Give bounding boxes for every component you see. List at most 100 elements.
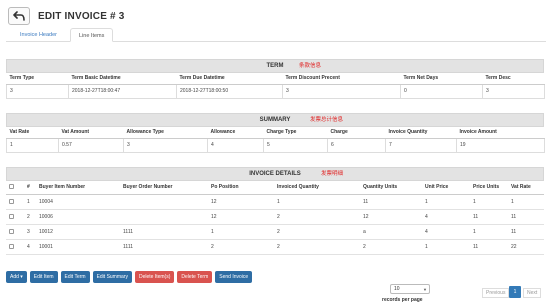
- details-col-buyer-order: Buyer Order Number: [120, 181, 208, 195]
- table-cell: 1: [470, 224, 508, 240]
- table-cell: 10006: [36, 209, 120, 225]
- table-cell: 1: [208, 224, 274, 240]
- term-col-due-datetime: Term Due Datetime: [176, 73, 283, 85]
- summary-col-vat-amount: Vat Amount: [58, 127, 124, 139]
- table-cell: [120, 194, 208, 210]
- send-invoice-button[interactable]: Send Invoice: [215, 271, 253, 283]
- details-col-index: #: [24, 181, 36, 195]
- term-col-net-days: Term Net Days: [400, 73, 483, 85]
- table-cell: 22: [508, 239, 544, 255]
- table-row[interactable]: 3 10012 1111 1 2 a 4 1 11: [6, 224, 544, 240]
- edit-term-button[interactable]: Edit Term: [60, 271, 90, 283]
- table-cell: 2: [24, 209, 36, 225]
- current-page-button[interactable]: 1: [509, 286, 521, 298]
- term-table: Term Type Term Basic Datetime Term Due D…: [6, 73, 545, 99]
- summary-section-header: SUMMARY 发票总计信息: [6, 113, 544, 127]
- table-row[interactable]: 1 10004 12 1 11 1 1 1: [6, 194, 544, 210]
- row-checkbox[interactable]: [9, 228, 14, 234]
- details-col-vat-rate: Vat Rate: [508, 181, 544, 195]
- table-cell: 11: [508, 209, 544, 225]
- table-cell: 7: [385, 137, 457, 153]
- term-section-header: TERM 条款信息: [6, 59, 544, 73]
- table-cell: 2: [274, 209, 360, 225]
- table-row[interactable]: 2 10006 12 2 12 4 11 11: [6, 209, 544, 225]
- details-section-header: INVOICE DETAILS 发票明细: [6, 167, 544, 181]
- summary-col-charge-type: Charge Type: [263, 127, 328, 139]
- table-cell: 11: [470, 239, 508, 255]
- page-size-select[interactable]: 10 ▼: [390, 284, 430, 294]
- summary-col-vat-rate: Vat Rate: [6, 127, 59, 139]
- row-select-cell: [6, 209, 24, 225]
- table-cell: 6: [327, 137, 386, 153]
- select-all-cell: [6, 181, 24, 195]
- back-button[interactable]: [8, 7, 30, 25]
- tab-bar: Invoice Header Line Items: [6, 28, 546, 42]
- action-bar: Add ▾ Edit Item Edit Term Edit Summary D…: [6, 271, 253, 283]
- delete-term-button[interactable]: Delete Term: [177, 271, 213, 283]
- edit-item-button[interactable]: Edit Item: [29, 271, 58, 283]
- term-row[interactable]: 3 2018-12-27T18:00:47 2018-12-27T18:00:5…: [6, 83, 545, 99]
- term-col-basic-datetime: Term Basic Datetime: [68, 73, 177, 85]
- table-cell: 4: [207, 137, 264, 153]
- tab-invoice-header[interactable]: Invoice Header: [12, 28, 65, 42]
- table-cell: a: [360, 224, 422, 240]
- table-cell: 1111: [120, 239, 208, 255]
- edit-summary-button[interactable]: Edit Summary: [92, 271, 132, 283]
- row-select-cell: [6, 239, 24, 255]
- table-cell: 3: [24, 224, 36, 240]
- table-cell: 11: [360, 194, 422, 210]
- summary-table: Vat Rate Vat Amount Allowance Type Allow…: [6, 127, 545, 153]
- summary-row[interactable]: 1 0.57 3 4 5 6 7 19: [6, 137, 545, 153]
- summary-title: SUMMARY: [259, 117, 291, 123]
- summary-col-allowance-type: Allowance Type: [123, 127, 208, 139]
- term-note: 条款信息: [299, 63, 322, 69]
- table-row[interactable]: 4 10001 1111 2 2 2 1 11 22: [6, 239, 544, 255]
- summary-col-allowance: Allowance: [207, 127, 264, 139]
- table-cell: 10001: [36, 239, 120, 255]
- table-cell: 2: [274, 224, 360, 240]
- details-note: 发票明细: [321, 171, 344, 177]
- table-cell: 2: [360, 239, 422, 255]
- table-cell: [120, 209, 208, 225]
- table-cell: 11: [470, 209, 508, 225]
- tab-line-items[interactable]: Line Items: [70, 28, 114, 42]
- row-select-cell: [6, 224, 24, 240]
- chevron-down-icon: ▼: [423, 287, 427, 292]
- page-title: EDIT INVOICE # 3: [38, 10, 125, 22]
- details-col-qty-units: Quantity Units: [360, 181, 422, 195]
- details-col-po-position: Po Position: [208, 181, 274, 195]
- details-col-buyer-item: Buyer Item Number: [36, 181, 120, 195]
- table-cell: 10004: [36, 194, 120, 210]
- table-cell: 3: [6, 83, 69, 99]
- table-cell: 12: [360, 209, 422, 225]
- page-size-control: 10 ▼: [390, 284, 430, 294]
- term-title: TERM: [266, 63, 284, 69]
- add-button[interactable]: Add ▾: [6, 271, 27, 283]
- summary-col-invoice-amount: Invoice Amount: [456, 127, 545, 139]
- term-col-type: Term Type: [6, 73, 69, 85]
- table-cell: 1: [274, 194, 360, 210]
- table-cell: 1: [422, 194, 470, 210]
- previous-page-button[interactable]: Previous: [482, 288, 510, 298]
- row-checkbox[interactable]: [9, 213, 14, 219]
- table-cell: 10012: [36, 224, 120, 240]
- row-checkbox[interactable]: [9, 243, 14, 249]
- delete-items-button[interactable]: Delete Item(s): [134, 271, 175, 283]
- table-cell: 1: [24, 194, 36, 210]
- details-table: # Buyer Item Number Buyer Order Number P…: [6, 181, 544, 255]
- term-col-discount: Term Discount Precent: [282, 73, 401, 85]
- select-all-checkbox[interactable]: [9, 184, 14, 190]
- table-cell: 4: [24, 239, 36, 255]
- table-cell: 5: [263, 137, 328, 153]
- summary-note: 发票总计信息: [310, 117, 344, 123]
- next-page-button[interactable]: Next: [523, 288, 542, 298]
- summary-col-invoice-quantity: Invoice Quantity: [385, 127, 457, 139]
- table-cell: 4: [422, 224, 470, 240]
- table-cell: 3: [123, 137, 208, 153]
- row-checkbox[interactable]: [9, 198, 14, 204]
- summary-section: SUMMARY 发票总计信息 Vat Rate Vat Amount Allow…: [6, 113, 545, 153]
- table-cell: 1111: [120, 224, 208, 240]
- table-cell: 2018-12-27T18:00:50: [176, 83, 283, 99]
- table-cell: 2018-12-27T18:00:47: [68, 83, 177, 99]
- table-cell: 2: [208, 239, 274, 255]
